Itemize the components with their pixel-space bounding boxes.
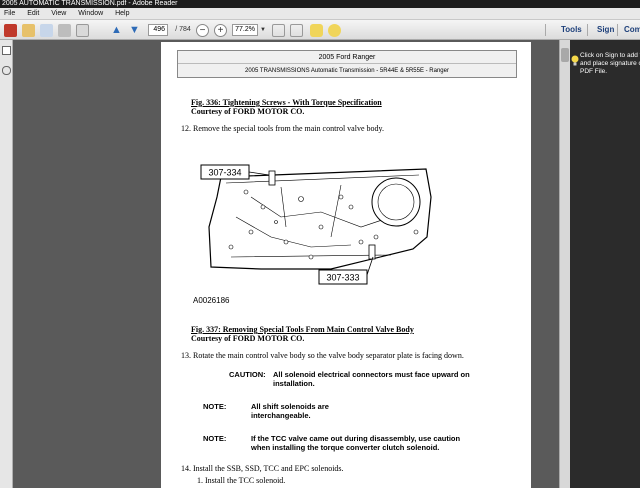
sign-panel: Click on Sign to add te and place signat…: [570, 40, 640, 488]
comment-button[interactable]: Comment: [624, 22, 640, 38]
callout-307-334: 307-334: [208, 168, 241, 178]
header-title: 2005 Ford Ranger: [178, 52, 516, 64]
window-title: 2005 AUTOMATIC TRANSMISSION.pdf - Adobe …: [2, 0, 178, 7]
caution-text-1: All solenoid electrical connectors must …: [273, 370, 470, 379]
highlight-icon[interactable]: [328, 24, 341, 37]
tools-button[interactable]: Tools: [561, 22, 583, 38]
step-14-1: 1. Install the TCC solenoid.: [197, 476, 286, 485]
note1-label: NOTE:: [203, 402, 227, 411]
zoom-dropdown-icon[interactable]: ▼: [259, 23, 267, 37]
note1-text-2: interchangeable.: [251, 411, 311, 420]
zoom-input[interactable]: 77.2%: [232, 24, 258, 36]
previous-page-icon[interactable]: ▲: [110, 24, 123, 37]
caution-text-2: installation.: [273, 379, 315, 388]
menu-help[interactable]: Help: [115, 10, 129, 17]
fit-page-icon[interactable]: [272, 24, 285, 37]
vertical-scrollbar[interactable]: [559, 40, 570, 488]
step-14: 14. Install the SSB, SSD, TCC and EPC so…: [181, 464, 344, 473]
menu-window[interactable]: Window: [78, 10, 103, 17]
title-bar: 2005 AUTOMATIC TRANSMISSION.pdf - Adobe …: [0, 0, 640, 8]
menu-file[interactable]: File: [4, 10, 15, 17]
next-page-icon[interactable]: ▼: [128, 24, 141, 37]
document-view: 2005 Ford Ranger 2005 TRANSMISSIONS Auto…: [13, 40, 570, 488]
lightbulb-icon: [571, 55, 579, 66]
menu-edit[interactable]: Edit: [27, 10, 39, 17]
zoom-in-icon[interactable]: +: [214, 24, 227, 37]
valve-body-diagram: 307-334 307-333 A0026186: [193, 164, 432, 305]
figure-id: A0026186: [193, 296, 230, 305]
open-folder-icon[interactable]: [22, 24, 35, 37]
sign-button[interactable]: Sign: [597, 22, 614, 38]
header-subtitle: 2005 TRANSMISSIONS Automatic Transmissio…: [245, 68, 449, 74]
note1-text-1: All shift solenoids are: [251, 402, 329, 411]
note2-text-1: If the TCC valve came out during disasse…: [251, 434, 461, 443]
page-total: / 784: [175, 26, 191, 33]
step-13: 13. Rotate the main control valve body s…: [181, 351, 464, 360]
note2-text-2: when installing the torque converter clu…: [251, 443, 440, 452]
fig336-courtesy: Courtesy of FORD MOTOR CO.: [191, 107, 305, 116]
attachments-icon[interactable]: [2, 66, 11, 75]
scroll-thumb[interactable]: [561, 48, 569, 62]
sign-message-line-2: and place signature on: [580, 60, 640, 67]
fig336-title: Fig. 336: Tightening Screws - With Torqu…: [191, 98, 382, 107]
page-header: 2005 Ford Ranger 2005 TRANSMISSIONS Auto…: [177, 50, 517, 78]
email-icon[interactable]: [76, 24, 89, 37]
page-number-input[interactable]: 496: [148, 24, 168, 36]
menu-view[interactable]: View: [51, 10, 66, 17]
pdf-page: 2005 Ford Ranger 2005 TRANSMISSIONS Auto…: [161, 42, 531, 488]
step-12: 12. Remove the special tools from the ma…: [181, 124, 384, 133]
fig337-courtesy: Courtesy of FORD MOTOR CO.: [191, 334, 305, 343]
pages-icon[interactable]: [2, 46, 11, 55]
toolbar: ▲ ▼ 496 / 784 − + 77.2% ▼ Tools Sign Com…: [0, 20, 640, 40]
sign-message: Click on Sign to add te and place signat…: [580, 52, 640, 76]
sign-message-line-1: Click on Sign to add te: [580, 52, 640, 59]
zoom-out-icon[interactable]: −: [196, 24, 209, 37]
sign-message-line-3: PDF File.: [580, 68, 608, 75]
save-icon[interactable]: [40, 24, 53, 37]
note2-label: NOTE:: [203, 434, 227, 443]
caution-label: CAUTION:: [229, 370, 266, 379]
create-pdf-icon[interactable]: [4, 24, 17, 37]
fit-width-icon[interactable]: [290, 24, 303, 37]
fig337-title: Fig. 337: Removing Special Tools From Ma…: [191, 325, 414, 334]
print-icon[interactable]: [58, 24, 71, 37]
sticky-note-icon[interactable]: [310, 24, 323, 37]
left-navigation-panel: [0, 40, 13, 488]
menu-bar: File Edit View Window Help: [0, 8, 640, 20]
callout-307-333: 307-333: [326, 273, 359, 283]
